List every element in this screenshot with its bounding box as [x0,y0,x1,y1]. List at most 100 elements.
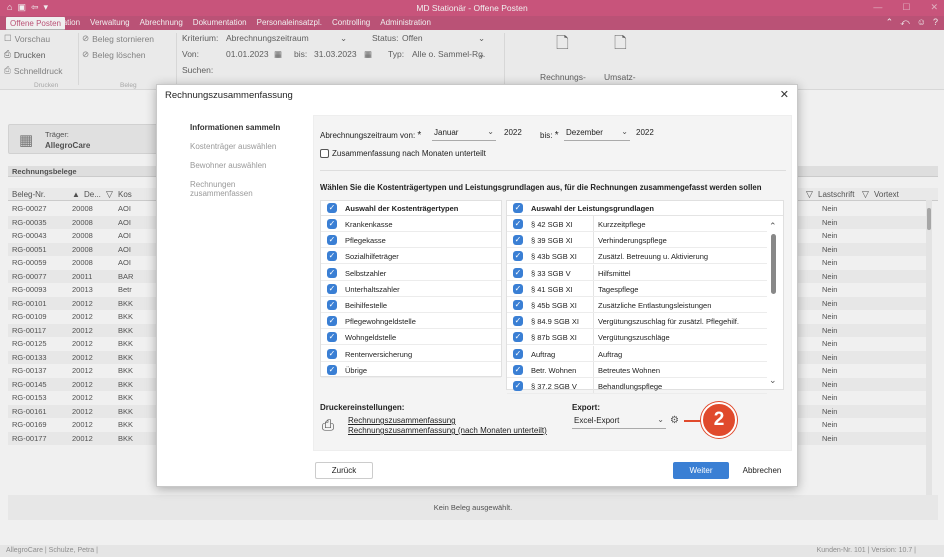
row-checkbox[interactable]: ✓ [513,348,523,359]
cancel-button[interactable]: Abbrechen [733,462,791,479]
leistungsgrundlage-row[interactable]: ✓ § 41 SGB XI Tagespflege [507,280,767,297]
left-table-title: Auswahl der Kostenträgertypen [345,204,459,213]
leistung-label: Kurzzeitpflege [593,216,646,231]
row-checkbox[interactable]: ✓ [327,283,337,294]
row-checkbox[interactable]: ✓ [513,316,523,327]
kostentraeger-row[interactable]: ✓ Krankenkasse [321,216,501,232]
back-button[interactable]: Zurück [315,462,373,479]
row-checkbox[interactable]: ✓ [327,219,337,229]
row-checkbox[interactable]: ✓ [327,251,337,262]
to-month-select[interactable]: Dezember ⌄ [564,127,630,141]
row-checkbox[interactable]: ✓ [327,316,337,327]
row-checkbox[interactable]: ✓ [513,267,523,278]
row-checkbox[interactable]: ✓ [327,348,337,359]
row-checkbox[interactable]: ✓ [513,219,523,229]
dialog-content: Abrechnungszeitraum von: * Januar ⌄ 2022 … [313,115,792,451]
print-link-monthly[interactable]: Rechnungszusammenfassung (nach Monaten u… [348,426,547,435]
export-label: Export: [572,403,600,412]
scroll-up-icon[interactable]: ⌃ [769,221,777,232]
kostentraeger-row[interactable]: ✓ Übrige [321,362,501,378]
scroll-down-icon[interactable]: ⌄ [769,375,777,386]
kostentraeger-label: Beihilfestelle [345,301,388,310]
step-informationen-sammeln[interactable]: Informationen sammeln [190,123,280,132]
paragraph-label: Auftrag [531,349,556,359]
export-select[interactable]: Excel-Export ⌄ [572,415,666,429]
kostentraeger-label: Krankenkasse [345,220,393,229]
row-checkbox[interactable]: ✓ [513,381,523,391]
kostentraeger-label: Rentenversicherung [345,349,413,359]
leistungsgrundlage-row[interactable]: ✓ § 45b SGB XI Zusätzliche Entlastungsleis… [507,297,767,313]
to-label: bis: * [540,130,559,141]
kostentraeger-label: Pflegekasse [345,236,386,246]
kostentraeger-row[interactable]: ✓ Pflegewohngeldstelle [321,313,501,330]
callout-line [684,420,702,422]
kostentraeger-row[interactable]: ✓ Selbstzahler [321,265,501,281]
step-bewohner[interactable]: Bewohner auswählen [190,161,267,170]
leistungsgrundlage-row[interactable]: ✓ § 33 SGB V Hilfsmittel [507,264,767,281]
export-settings-icon[interactable]: ⚙ [670,415,679,426]
row-checkbox[interactable]: ✓ [327,332,337,343]
row-checkbox[interactable]: ✓ [327,300,337,310]
paragraph-label: § 37.2 SGB V [531,382,577,391]
paragraph-label: § 45b SGB XI [531,301,577,310]
monthly-split-checkbox[interactable] [320,149,329,158]
table-header: ✓ Auswahl der Leistungsgrundlagen [507,201,783,216]
print-link-summary[interactable]: Rechnungszusammenfassung [348,416,456,425]
row-checkbox[interactable]: ✓ [513,364,523,375]
kostentraeger-table: ✓ Auswahl der Kostenträgertypen ✓ Kranken… [320,200,502,378]
kostentraeger-row[interactable]: ✓ Beihilfestelle [321,297,501,313]
check-all-checkbox[interactable]: ✓ [513,203,523,213]
from-year-input[interactable]: 2022 [502,128,532,141]
kostentraeger-row[interactable]: ✓ Wohngeldstelle [321,329,501,346]
row-checkbox[interactable]: ✓ [513,332,523,343]
table-header: ✓ Auswahl der Kostenträgertypen [321,201,501,216]
kostentraeger-row[interactable]: ✓ Pflegekasse [321,232,501,249]
paragraph-label: § 33 SGB V [531,268,571,278]
kostentraeger-row[interactable]: ✓ Unterhaltszahler [321,281,501,297]
paragraph-label: § 42 SGB XI [531,220,573,229]
leistung-label: Vergütungszuschläge [593,329,670,345]
row-checkbox[interactable]: ✓ [513,300,523,310]
next-button[interactable]: Weiter [673,462,729,479]
printer-icon: ⎙ [322,417,335,434]
leistung-label: Zusätzl. Betreuung u. Aktivierung [593,248,708,264]
row-checkbox[interactable]: ✓ [327,235,337,246]
to-year-input[interactable]: 2022 [634,128,664,141]
leistungsgrundlage-row[interactable]: ✓ § 37.2 SGB V Behandlungspflege [507,378,767,394]
kostentraeger-row[interactable]: ✓ Rentenversicherung [321,346,501,362]
kostentraeger-label: Sozialhilfeträger [345,252,399,262]
from-month-select[interactable]: Januar ⌄ [432,127,496,141]
leistungsgrundlage-row[interactable]: ✓ § 39 SGB XI Verhinderungspflege [507,232,767,249]
leistungsgrundlage-row[interactable]: ✓ § 84.9 SGB XI Vergütungszuschlag für zus… [507,313,767,330]
dialog-header: Rechnungszusammenfassung ✕ [157,85,797,107]
row-checkbox[interactable]: ✓ [513,283,523,294]
paragraph-label: Betr. Wohnen [531,365,577,375]
check-all-checkbox[interactable]: ✓ [327,203,337,213]
paragraph-label: § 41 SGB XI [531,284,573,294]
close-icon[interactable]: ✕ [780,88,789,101]
row-checkbox[interactable]: ✓ [513,235,523,246]
row-checkbox[interactable]: ✓ [513,251,523,262]
leistungsgrundlage-row[interactable]: ✓ § 43b SGB XI Zusätzl. Betreuung u. Aktiv… [507,248,767,265]
right-table-title: Auswahl der Leistungsgrundlagen [531,204,654,213]
step-kostentraeger[interactable]: Kostenträger auswählen [190,142,276,151]
leistungsgrundlage-row[interactable]: ✓ § 42 SGB XI Kurzzeitpflege [507,216,767,232]
row-checkbox[interactable]: ✓ [327,364,337,375]
paragraph-label: § 84.9 SGB XI [531,317,579,327]
leistungsgrundlage-row[interactable]: ✓ Auftrag Auftrag [507,345,767,362]
leistung-label: Zusätzliche Entlastungsleistungen [593,297,711,312]
chevron-down-icon: ⌄ [657,415,664,424]
leistung-label: Behandlungspflege [593,378,662,393]
leistungsgrundlage-row[interactable]: ✓ § 87b SGB XI Vergütungszuschläge [507,329,767,346]
kostentraeger-row[interactable]: ✓ Sozialhilfeträger [321,248,501,265]
kostentraeger-label: Selbstzahler [345,268,387,278]
chevron-down-icon: ⌄ [487,127,494,136]
printer-label: Druckereinstellungen: [320,403,405,412]
dialog-title: Rechnungszusammenfassung [165,90,293,101]
row-checkbox[interactable]: ✓ [327,267,337,278]
step-rechnungen[interactable]: Rechnungen zusammenfassen [190,180,280,198]
leistung-label: Auftrag [593,345,622,361]
scrollbar-thumb[interactable] [771,234,776,294]
leistungsgrundlage-row[interactable]: ✓ Betr. Wohnen Betreutes Wohnen [507,361,767,378]
instruction-text: Wählen Sie die Kostenträgertypen und Lei… [320,183,762,192]
